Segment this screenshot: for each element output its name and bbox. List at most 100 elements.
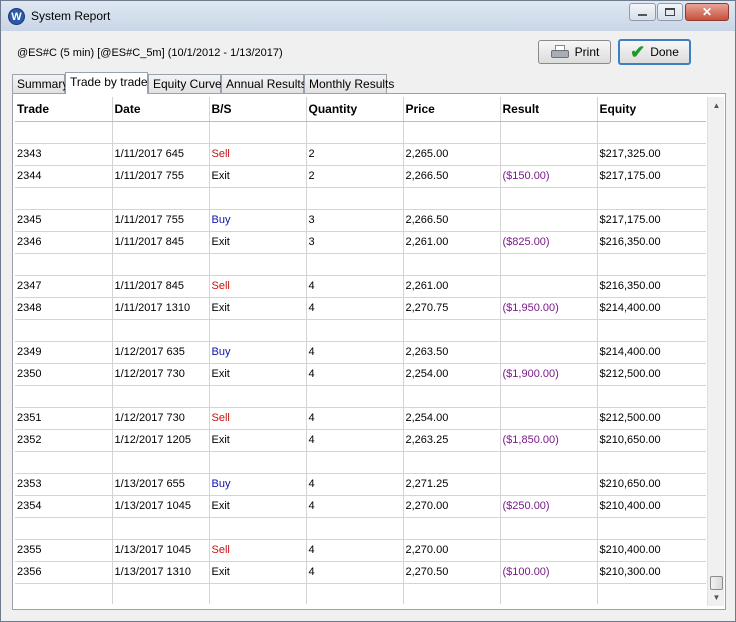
cell-price: 2,270.75: [403, 297, 501, 320]
table-row[interactable]: 2351 1/12/2017 730 Sell 4 2,254.00 $212,500.0…: [15, 407, 706, 430]
cell-price: 2,263.25: [403, 429, 501, 452]
trades-grid[interactable]: Trade Date B/S Quantity Price Result Equ…: [15, 97, 706, 604]
maximize-icon: [665, 8, 675, 16]
table-row[interactable]: [15, 187, 706, 210]
cell-bs: [209, 319, 307, 342]
tab-trade-by-trade[interactable]: Trade by trade: [65, 72, 148, 94]
table-row[interactable]: [15, 451, 706, 474]
done-button[interactable]: ✔ Done: [618, 39, 691, 65]
minimize-button[interactable]: [629, 3, 656, 21]
print-button[interactable]: Print: [538, 40, 611, 64]
cell-quantity: 4: [306, 363, 404, 386]
cell-equity: $214,400.00: [597, 341, 706, 364]
cell-equity: [597, 187, 706, 210]
cell-trade: 2356: [15, 561, 113, 584]
table-row[interactable]: [15, 319, 706, 342]
cell-trade: [15, 319, 113, 342]
tab-monthly-results[interactable]: Monthly Results: [304, 74, 394, 93]
vertical-scrollbar[interactable]: ▲ ▼: [707, 97, 724, 606]
cell-result: ($1,900.00): [500, 363, 598, 386]
cell-bs: Buy: [209, 209, 307, 232]
cell-bs: Exit: [209, 429, 307, 452]
cell-equity: [597, 517, 706, 540]
cell-date: 1/12/2017 730: [112, 407, 210, 430]
column-header-result[interactable]: Result: [500, 97, 598, 122]
cell-quantity: 2: [306, 165, 404, 188]
cell-price: [403, 121, 501, 144]
cell-quantity: [306, 451, 404, 474]
cell-quantity: [306, 187, 404, 210]
column-header-bs[interactable]: B/S: [209, 97, 307, 122]
cell-bs: Sell: [209, 539, 307, 562]
cell-quantity: [306, 319, 404, 342]
cell-bs: [209, 583, 307, 604]
cell-date: 1/13/2017 1045: [112, 495, 210, 518]
cell-quantity: [306, 583, 404, 604]
cell-equity: $214,400.00: [597, 297, 706, 320]
table-row[interactable]: 2346 1/11/2017 845 Exit 3 2,261.00 ($825.00) $…: [15, 231, 706, 254]
table-row[interactable]: [15, 583, 706, 604]
title-bar[interactable]: W System Report ✕: [1, 1, 735, 31]
cell-quantity: 4: [306, 341, 404, 364]
cell-date: [112, 517, 210, 540]
cell-price: 2,254.00: [403, 363, 501, 386]
tab-annual-results[interactable]: Annual Results: [221, 74, 307, 93]
cell-price: 2,254.00: [403, 407, 501, 430]
cell-quantity: [306, 253, 404, 276]
cell-equity: [597, 385, 706, 408]
cell-result: ($1,850.00): [500, 429, 598, 452]
table-row[interactable]: 2354 1/13/2017 1045 Exit 4 2,270.00 ($250.00)…: [15, 495, 706, 518]
cell-price: 2,265.00: [403, 143, 501, 166]
cell-price: 2,270.50: [403, 561, 501, 584]
cell-quantity: 4: [306, 495, 404, 518]
table-row[interactable]: 2353 1/13/2017 655 Buy 4 2,271.25 $210,650.00: [15, 473, 706, 496]
cell-result: ($1,950.00): [500, 297, 598, 320]
column-header-date[interactable]: Date: [112, 97, 210, 122]
scroll-down-icon[interactable]: ▼: [708, 589, 725, 606]
table-row[interactable]: 2356 1/13/2017 1310 Exit 4 2,270.50 ($100.00)…: [15, 561, 706, 584]
cell-date: 1/11/2017 1310: [112, 297, 210, 320]
cell-equity: [597, 451, 706, 474]
cell-bs: [209, 253, 307, 276]
scroll-thumb[interactable]: [710, 576, 723, 590]
table-row[interactable]: 2349 1/12/2017 635 Buy 4 2,263.50 $214,400.00: [15, 341, 706, 364]
table-row[interactable]: [15, 253, 706, 276]
cell-bs: [209, 451, 307, 474]
close-button[interactable]: ✕: [685, 3, 729, 21]
table-row[interactable]: 2343 1/11/2017 645 Sell 2 2,265.00 $217,325.0…: [15, 143, 706, 166]
table-row[interactable]: 2345 1/11/2017 755 Buy 3 2,266.50 $217,175.00: [15, 209, 706, 232]
table-row[interactable]: [15, 121, 706, 144]
cell-quantity: 4: [306, 407, 404, 430]
column-header-trade[interactable]: Trade: [15, 97, 113, 122]
table-row[interactable]: 2352 1/12/2017 1205 Exit 4 2,263.25 ($1,850.0…: [15, 429, 706, 452]
maximize-button[interactable]: [657, 3, 683, 21]
table-row[interactable]: [15, 517, 706, 540]
scroll-up-icon[interactable]: ▲: [708, 97, 725, 114]
cell-equity: $210,300.00: [597, 561, 706, 584]
cell-trade: 2346: [15, 231, 113, 254]
table-row[interactable]: [15, 385, 706, 408]
cell-bs: Exit: [209, 363, 307, 386]
cell-quantity: 4: [306, 429, 404, 452]
cell-trade: [15, 385, 113, 408]
table-row[interactable]: 2348 1/11/2017 1310 Exit 4 2,270.75 ($1,950.0…: [15, 297, 706, 320]
column-header-equity[interactable]: Equity: [597, 97, 706, 122]
table-row[interactable]: 2344 1/11/2017 755 Exit 2 2,266.50 ($150.00) $…: [15, 165, 706, 188]
table-row[interactable]: 2350 1/12/2017 730 Exit 4 2,254.00 ($1,900.00…: [15, 363, 706, 386]
cell-trade: [15, 187, 113, 210]
table-row[interactable]: 2347 1/11/2017 845 Sell 4 2,261.00 $216,350.0…: [15, 275, 706, 298]
tab-summary[interactable]: Summary: [12, 74, 68, 93]
column-header-price[interactable]: Price: [403, 97, 501, 122]
cell-quantity: 3: [306, 209, 404, 232]
window-title: System Report: [31, 9, 111, 23]
cell-price: 2,270.00: [403, 495, 501, 518]
cell-trade: 2353: [15, 473, 113, 496]
tab-equity-curve[interactable]: Equity Curve: [148, 74, 222, 93]
cell-bs: Exit: [209, 165, 307, 188]
cell-date: [112, 121, 210, 144]
done-label: Done: [650, 45, 679, 59]
cell-result: [500, 517, 598, 540]
cell-date: 1/11/2017 755: [112, 165, 210, 188]
table-row[interactable]: 2355 1/13/2017 1045 Sell 4 2,270.00 $210,400.…: [15, 539, 706, 562]
column-header-quantity[interactable]: Quantity: [306, 97, 404, 122]
